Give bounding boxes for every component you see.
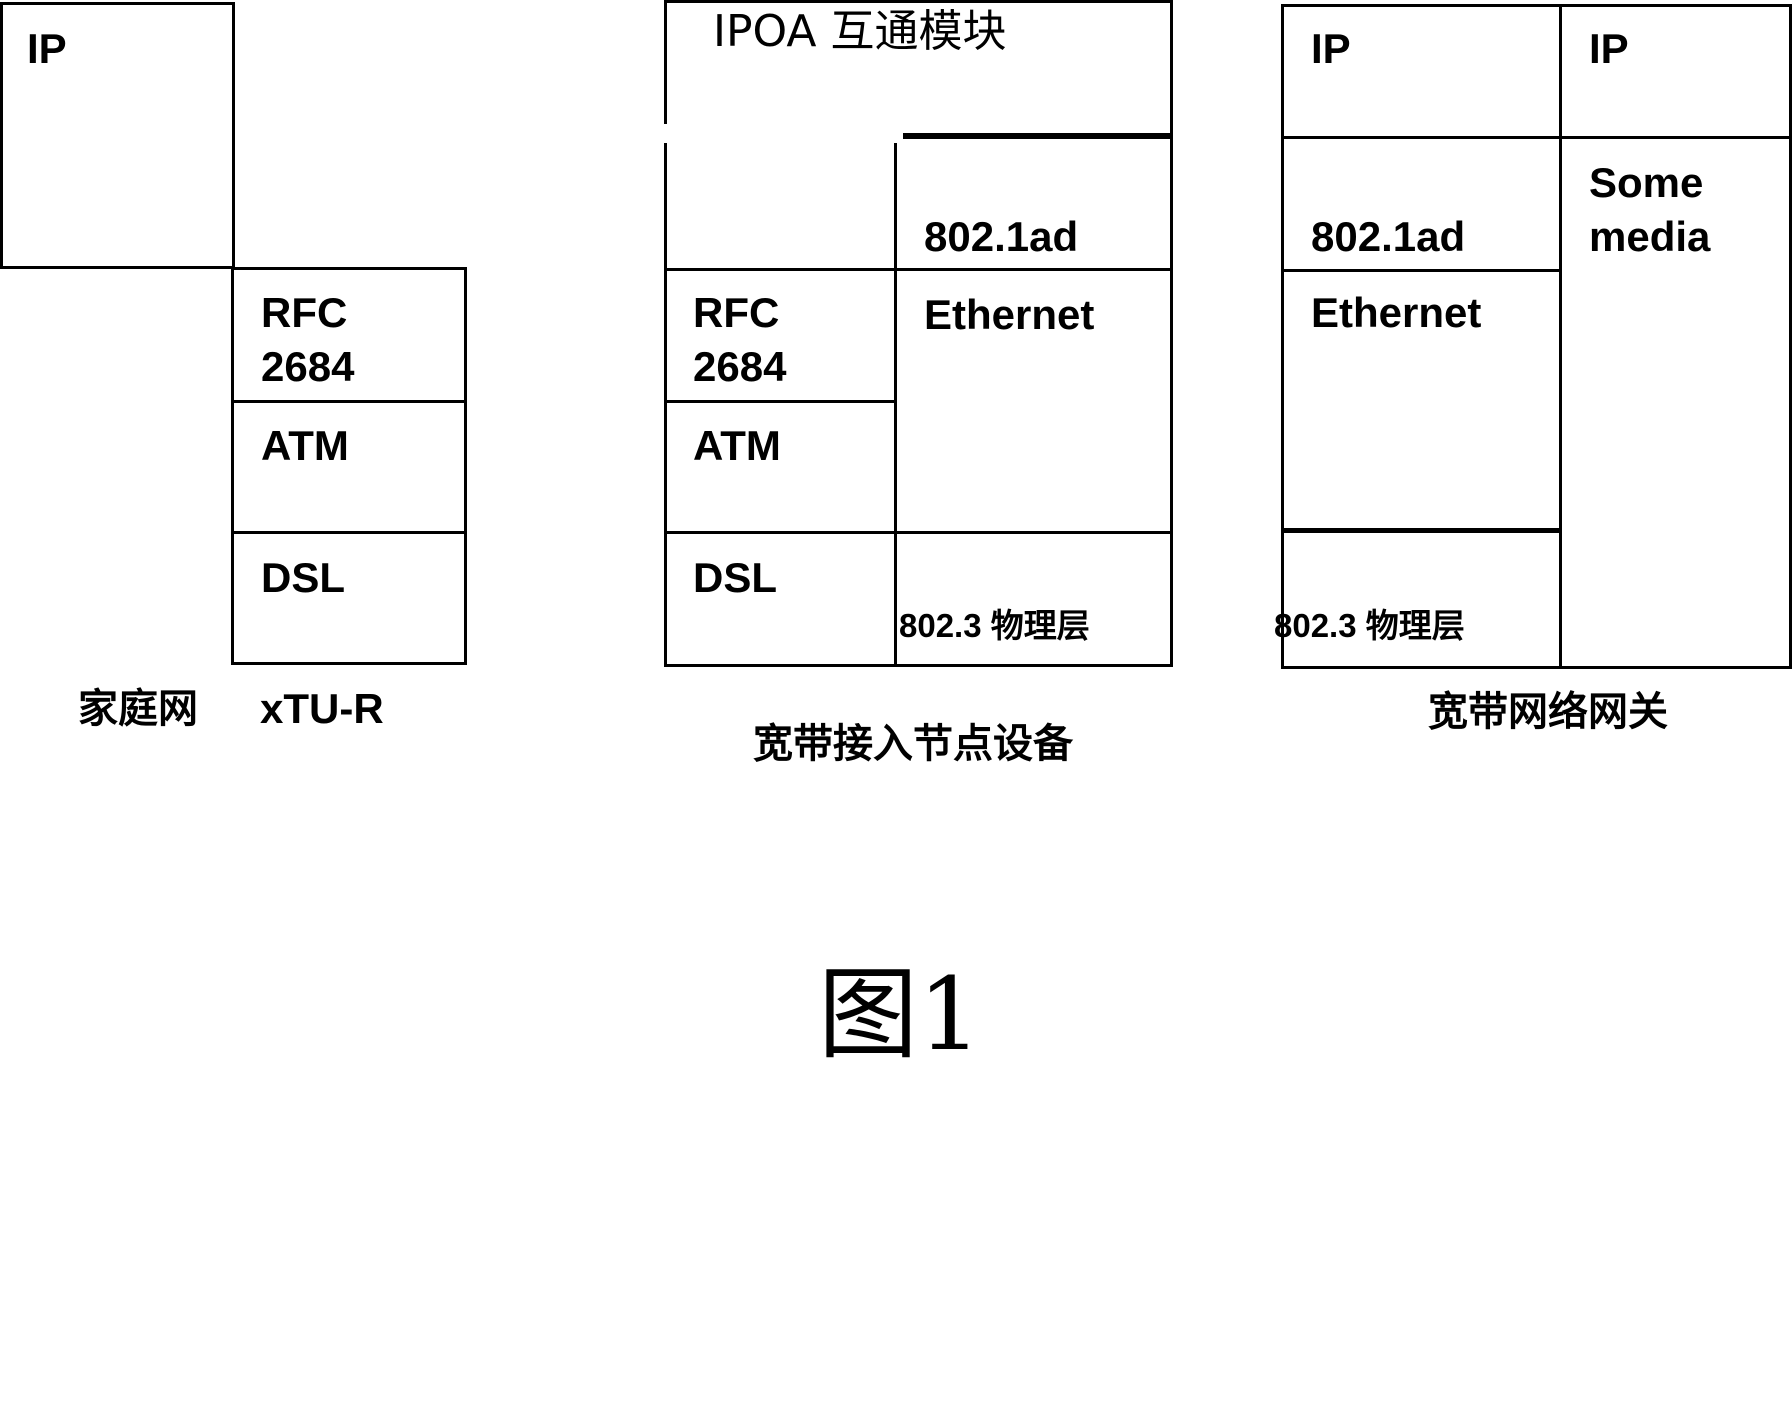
access-node-row-divider-2 (664, 400, 896, 403)
xtu-r-divider-2 (231, 531, 467, 534)
xtu-r-caption: xTU-R (260, 685, 384, 732)
access-node-row-divider-3 (664, 531, 1173, 534)
access-node-caption: 宽带接入节点设备 (753, 721, 1073, 767)
access-node-8021ad-label: 802.1ad (924, 213, 1079, 260)
gateway-row-divider-3 (1281, 528, 1561, 533)
gateway-ethernet-label: Ethernet (1311, 289, 1482, 336)
gateway-row-divider-1 (1281, 136, 1792, 139)
gateway-right-ip-label: IP (1589, 25, 1629, 72)
access-node-row-divider-1 (664, 268, 1173, 271)
xtu-r-dsl-label: DSL (261, 554, 345, 601)
gateway-center-divider (1559, 4, 1562, 669)
home-network-caption: 家庭网 (78, 686, 198, 732)
gateway-some-media-label: Some media (1589, 159, 1711, 260)
gateway-8021ad-label: 802.1ad (1311, 213, 1466, 260)
access-node-right-border (1170, 0, 1173, 665)
access-node-atm-label: ATM (693, 422, 781, 469)
access-node-dsl-label: DSL (693, 554, 777, 601)
xtu-r-rfc2684-label: RFC 2684 (261, 289, 355, 390)
gateway-caption: 宽带网络网关 (1428, 689, 1668, 735)
gateway-left-ip-label: IP (1311, 25, 1351, 72)
gateway-row-divider-2 (1281, 269, 1561, 272)
xtu-r-divider-1 (231, 400, 467, 403)
access-node-left-border-lower (664, 143, 667, 665)
figure-caption: 图1 (818, 956, 982, 1073)
access-node-8023-phy-label: 802.3 物理层 (899, 607, 1090, 644)
access-node-top-border (664, 0, 1173, 3)
gateway-8023-phy-label: 802.3 物理层 (1274, 607, 1465, 644)
ipoa-module-label: IPOA 互通模块 (713, 6, 1007, 57)
xtu-r-atm-label: ATM (261, 422, 349, 469)
access-node-rfc2684-label: RFC 2684 (693, 289, 787, 390)
access-node-left-border-upper (664, 0, 667, 124)
ipoa-module-separator (903, 133, 1173, 139)
home-network-ip-label: IP (27, 25, 67, 72)
access-node-center-divider (894, 143, 897, 665)
access-node-ethernet-label: Ethernet (924, 291, 1095, 338)
access-node-bottom-border (664, 664, 1173, 667)
